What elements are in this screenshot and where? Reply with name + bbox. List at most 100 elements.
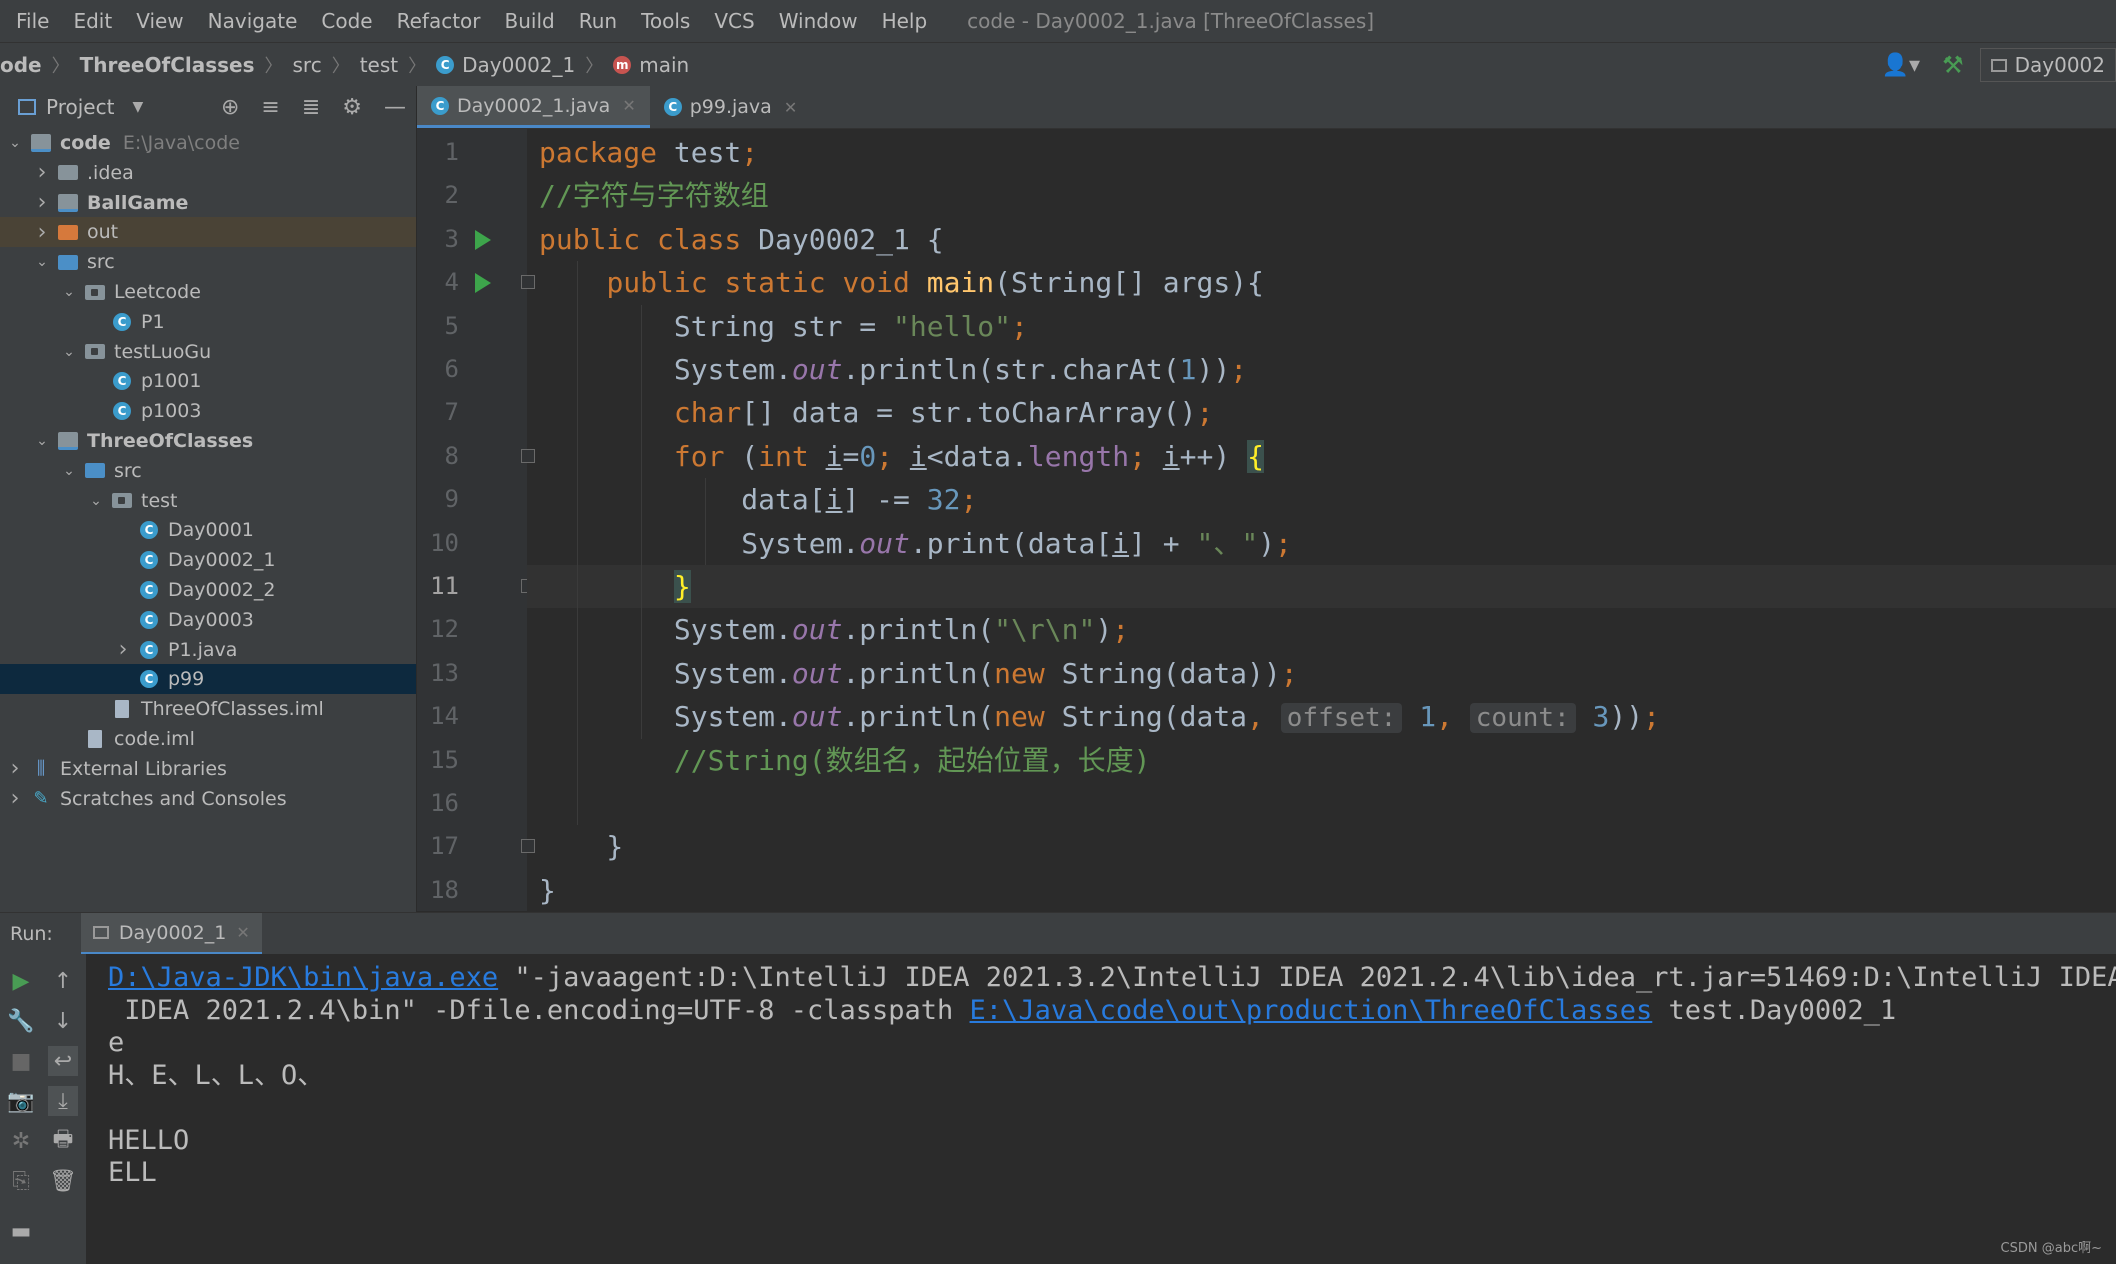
gutter-line[interactable]: 2 [417,174,527,217]
gutter-line[interactable]: 17 [417,825,535,868]
wrench-icon[interactable]: 🔧 [6,1006,36,1036]
gutter-line[interactable]: 18 [417,869,527,911]
tree-item[interactable]: ⌄ code E:\Java\code [0,128,416,158]
gutter-line[interactable]: 1 [417,131,527,174]
trash-icon[interactable]: 🗑 [48,1166,78,1196]
layout-icon[interactable]: ▬ [6,1216,36,1246]
fold-marker-icon[interactable] [521,448,535,463]
gutter-line[interactable]: 14 [417,695,527,738]
chevron-down-icon[interactable]: ⌄ [60,284,78,300]
gutter-line[interactable]: 5 [417,305,527,348]
chevron-down-icon[interactable]: ⌄ [33,254,51,270]
user-icon[interactable]: 👤▾ [1882,53,1920,78]
gutter-line[interactable]: 7 [417,391,527,434]
close-icon[interactable]: ✕ [622,96,635,115]
gutter-line[interactable]: 6 [417,348,527,391]
chevron-right-icon[interactable]: › [6,786,24,811]
gutter-line[interactable]: 15 [417,739,527,782]
locate-icon[interactable]: ⊕ [221,95,239,120]
menu-tools[interactable]: Tools [629,9,702,33]
breadcrumb-project[interactable]: ode [0,53,42,77]
breadcrumb-module[interactable]: ThreeOfClasses [80,53,255,77]
code-editor[interactable]: 1 2 3 4 5 6 7 8 9 10 11 12 13 14 15 16 17 18 package test… [417,129,2116,911]
menu-build[interactable]: Build [493,9,567,33]
scroll-to-end-icon[interactable]: ⤓ [48,1086,78,1116]
tree-item[interactable]: ⌄ test [0,486,416,516]
tab-p99[interactable]: C p99.java ✕ [650,86,812,128]
chevron-down-icon[interactable]: ▼ [132,99,143,115]
tree-item[interactable]: C Day0002_1 [0,545,416,575]
arrow-down-icon[interactable]: ↓ [48,1006,78,1036]
tree-item[interactable]: ⌄ testLuoGu [0,337,416,367]
close-icon[interactable]: ✕ [784,98,797,117]
gutter-line[interactable]: 4 [417,261,535,304]
menu-run[interactable]: Run [567,9,629,33]
run-configuration-selector[interactable]: Day0002 [1979,48,2116,82]
chevron-right-icon[interactable]: › [33,190,51,215]
tree-item[interactable]: › C P1.java [0,635,416,665]
tree-item[interactable]: ⌄ src [0,456,416,486]
gutter-line[interactable]: 12 [417,608,527,651]
soft-wrap-icon[interactable]: ↩ [48,1046,78,1076]
tree-item[interactable]: ThreeOfClasses.iml [0,694,416,724]
chevron-down-icon[interactable]: ⌄ [33,433,51,449]
chevron-down-icon[interactable]: ⌄ [87,493,105,509]
gear-icon[interactable]: ⚙ [342,95,362,120]
chevron-down-icon[interactable]: ⌄ [6,135,24,151]
chevron-down-icon[interactable]: ⌄ [60,463,78,479]
menu-refactor[interactable]: Refactor [385,9,493,33]
run-tab-day0002-1[interactable]: Day0002_1 ✕ [80,913,262,955]
tab-day0002-1[interactable]: C Day0002_1.java ✕ [417,86,650,128]
gutter-line[interactable]: 10 [417,522,527,565]
gutter-line[interactable]: 3 [417,218,527,261]
tree-item[interactable]: Cp99 [0,664,416,695]
print-icon[interactable]: 🖶 [48,1126,78,1156]
chevron-right-icon[interactable]: › [6,756,24,781]
tree-item[interactable]: › BallGame [0,188,416,218]
console-path-link[interactable]: E:\Java\code\out\production\ThreeOfClass… [970,995,1653,1026]
expand-all-icon[interactable]: ≡ [261,95,279,120]
run-gutter-icon[interactable] [475,273,491,294]
tree-item[interactable]: ⌄ src [0,247,416,277]
gutter-line[interactable]: 13 [417,652,527,695]
breadcrumb-src[interactable]: src [293,53,322,77]
arrow-up-icon[interactable]: ↑ [48,966,78,996]
gutter-line[interactable]: 8 [417,435,535,478]
tree-item[interactable]: C Day0001 [0,515,416,545]
tree-item[interactable]: Cp1001 [0,366,416,396]
tree-item[interactable]: › out [0,217,416,248]
debug-icon[interactable]: ✲ [6,1126,36,1156]
minimize-icon[interactable]: — [384,95,406,120]
menu-file[interactable]: File [0,9,61,33]
collapse-all-icon[interactable]: ≣ [302,95,320,120]
tree-item[interactable]: C P1 [0,307,416,337]
chevron-right-icon[interactable]: › [33,160,51,185]
chevron-right-icon[interactable]: › [114,637,132,662]
tree-item[interactable]: ⌄ ThreeOfClasses [0,426,416,456]
breadcrumb-class[interactable]: C Day0002_1 [436,53,575,77]
menu-edit[interactable]: Edit [61,9,124,33]
gutter-line[interactable]: 11 [417,565,535,608]
tree-item[interactable]: › ✎ Scratches and Consoles [0,784,416,814]
exit-icon[interactable]: ⎘ [6,1166,36,1196]
fold-marker-icon[interactable] [521,275,535,290]
menu-code[interactable]: Code [309,9,384,33]
breadcrumb-method[interactable]: m main [613,53,689,77]
menu-vcs[interactable]: VCS [702,9,766,33]
menu-view[interactable]: View [124,9,195,33]
tree-item[interactable]: ⌄ Leetcode [0,277,416,307]
rerun-icon[interactable]: ▶ [6,966,36,996]
chevron-right-icon[interactable]: › [33,220,51,245]
menu-navigate[interactable]: Navigate [196,9,310,33]
stop-icon[interactable]: ■ [6,1046,36,1076]
camera-icon[interactable]: 📷 [6,1086,36,1116]
menu-help[interactable]: Help [870,9,940,33]
chevron-down-icon[interactable]: ⌄ [60,344,78,360]
tree-item[interactable]: C Day0002_2 [0,575,416,605]
project-view-selector[interactable]: Project [46,95,114,119]
menu-window[interactable]: Window [767,9,870,33]
run-console[interactable]: D:\Java-JDK\bin\java.exe "-javaagent:D:\… [86,954,2116,1264]
close-icon[interactable]: ✕ [236,923,249,942]
breadcrumb-package[interactable]: test [360,53,398,77]
tree-item[interactable]: code.iml [0,724,416,754]
